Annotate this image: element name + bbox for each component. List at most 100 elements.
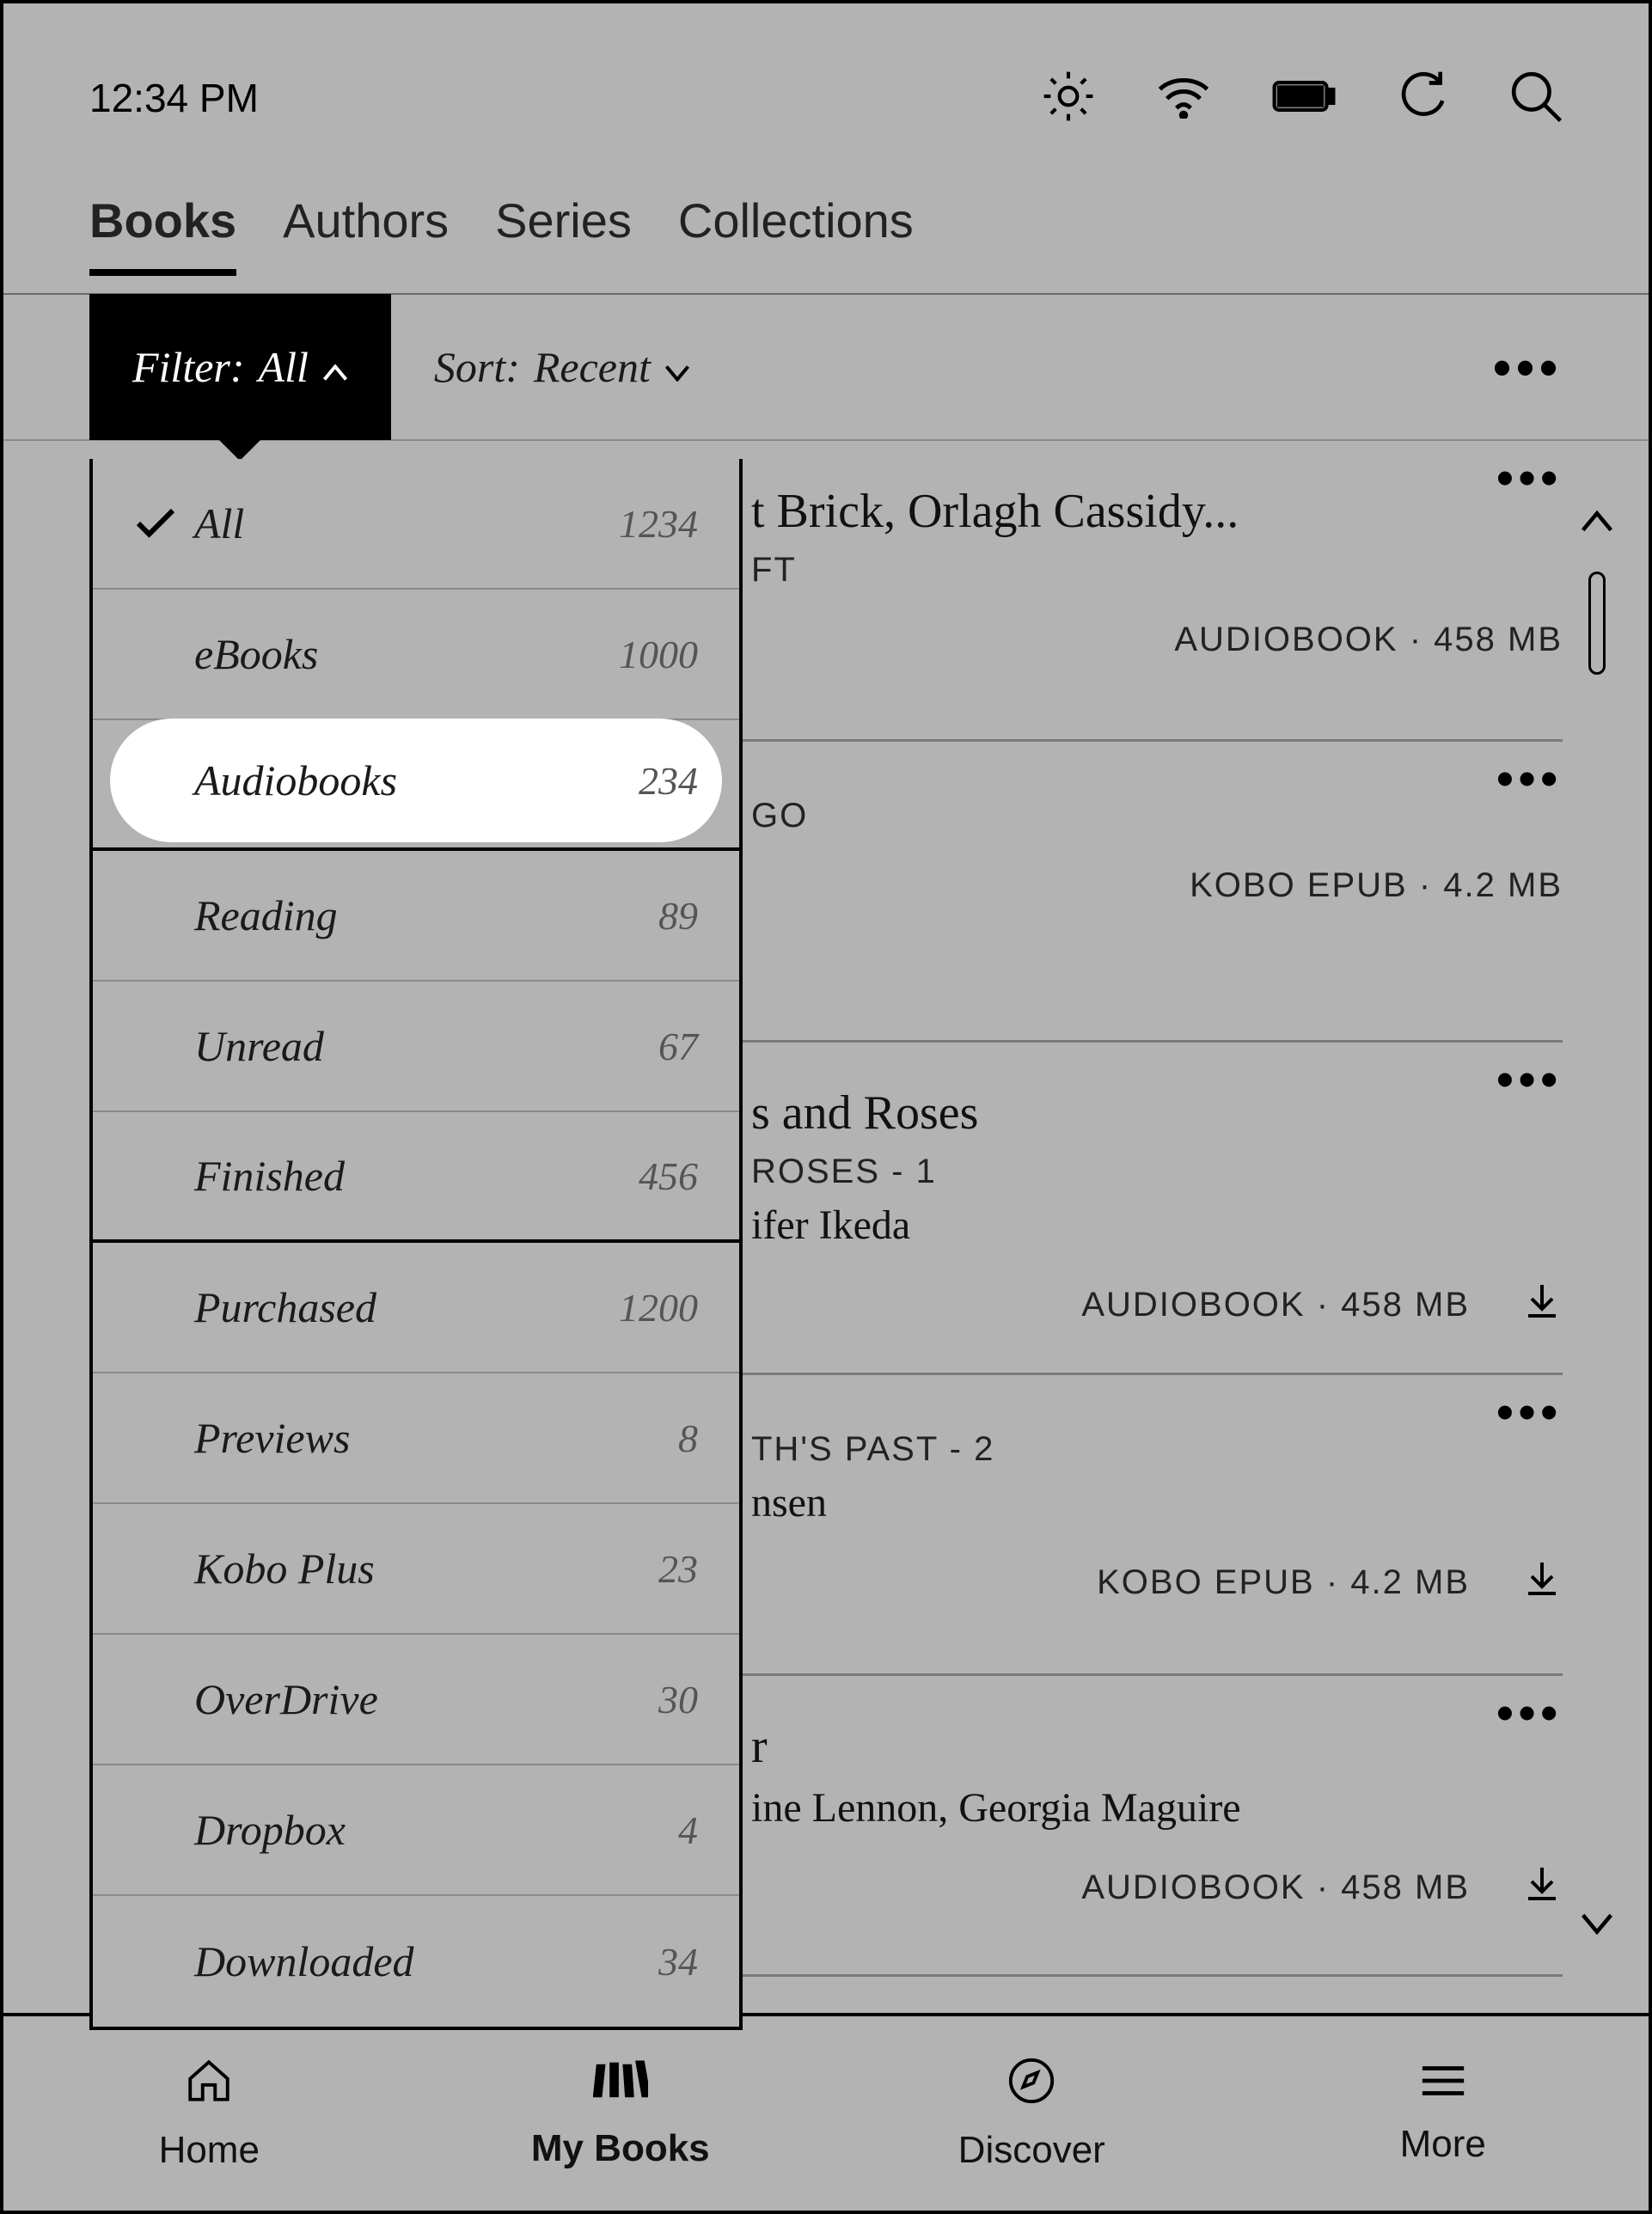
scroll-indicator [1580, 511, 1614, 1939]
filter-option-overdrive[interactable]: OverDrive30 [93, 1635, 739, 1765]
chevron-up-icon [322, 342, 348, 392]
tab-authors[interactable]: Authors [283, 193, 449, 269]
bottom-nav: Home My Books Discover More [3, 2013, 1649, 2211]
filter-option-audiobooks[interactable]: Audiobooks234 [112, 720, 720, 841]
filter-option-label: OverDrive [194, 1674, 658, 1724]
tab-books[interactable]: Books [89, 193, 236, 276]
book-author: nsen [751, 1479, 1563, 1526]
download-icon[interactable] [1521, 1280, 1563, 1330]
filter-option-label: All [194, 498, 619, 548]
book-meta: AUDIOBOOK · 458 MB [751, 1862, 1563, 1912]
filter-option-label: Purchased [194, 1282, 619, 1332]
filter-option-unread[interactable]: Unread67 [93, 982, 739, 1112]
filter-option-count: 30 [658, 1677, 698, 1722]
filter-option-previews[interactable]: Previews8 [93, 1373, 739, 1504]
filter-option-ebooks[interactable]: eBooks1000 [93, 590, 739, 720]
book-author: ine Lennon, Georgia Maguire [751, 1784, 1563, 1832]
chevron-up-icon[interactable] [1580, 511, 1614, 537]
book-menu-button[interactable]: ••• [1496, 1384, 1563, 1440]
book-meta: KOBO EPUB · 4.2 MB [751, 866, 1563, 905]
filter-option-finished[interactable]: Finished456 [93, 1112, 739, 1243]
book-menu-button[interactable]: ••• [1496, 750, 1563, 806]
book-title: s and Roses [751, 1086, 1563, 1141]
filter-option-count: 4 [678, 1807, 698, 1853]
book-meta: AUDIOBOOK · 458 MB [751, 621, 1563, 659]
scroll-handle[interactable] [1588, 572, 1606, 675]
book-menu-button[interactable]: ••• [1496, 1685, 1563, 1740]
filter-option-count: 67 [658, 1024, 698, 1069]
book-author: ifer Ikeda [751, 1202, 1563, 1249]
filter-option-count: 34 [658, 1939, 698, 1985]
filter-option-label: eBooks [194, 629, 619, 679]
filter-option-label: Reading [194, 890, 658, 940]
filter-option-reading[interactable]: Reading89 [93, 851, 739, 982]
book-series: GO [751, 797, 1563, 835]
more-options-button[interactable]: ••• [1493, 338, 1563, 397]
filter-option-label: Previews [194, 1413, 678, 1463]
nav-more-label: More [1400, 2123, 1486, 2166]
filter-option-count: 1234 [619, 501, 698, 547]
filter-option-count: 1200 [619, 1285, 698, 1330]
menu-icon [1418, 2062, 1468, 2109]
filter-option-purchased[interactable]: Purchased1200 [93, 1243, 739, 1373]
filter-option-dropbox[interactable]: Dropbox4 [93, 1765, 739, 1896]
sort-prefix: Sort: [434, 342, 520, 392]
book-series: FT [751, 551, 1563, 590]
download-icon[interactable] [1521, 1557, 1563, 1607]
filter-option-kobo-plus[interactable]: Kobo Plus23 [93, 1504, 739, 1635]
filter-option-label: Finished [194, 1151, 639, 1201]
filter-button[interactable]: Filter: All [89, 294, 391, 440]
nav-mybooks[interactable]: My Books [415, 2016, 827, 2211]
mybooks-icon [593, 2058, 648, 2113]
book-menu-button[interactable]: ••• [1496, 1051, 1563, 1107]
brightness-icon[interactable] [1042, 70, 1095, 127]
nav-home[interactable]: Home [3, 2016, 415, 2211]
compass-icon [1006, 2056, 1056, 2115]
filter-prefix: Filter: [132, 342, 245, 392]
download-icon[interactable] [1521, 1862, 1563, 1912]
search-icon[interactable] [1509, 70, 1563, 127]
chevron-down-icon[interactable] [1580, 1912, 1614, 1939]
filter-option-downloaded[interactable]: Downloaded34 [93, 1896, 739, 2027]
filter-value: All [259, 342, 309, 392]
book-title: r [751, 1719, 1563, 1774]
status-bar: 12:34 PM [3, 3, 1649, 175]
filter-option-label: Dropbox [194, 1805, 678, 1855]
book-series: ROSES - 1 [751, 1153, 1563, 1191]
filter-option-count: 8 [678, 1416, 698, 1461]
nav-discover[interactable]: Discover [826, 2016, 1238, 2211]
tab-collections[interactable]: Collections [678, 193, 914, 269]
nav-mybooks-label: My Books [531, 2127, 710, 2170]
sync-icon[interactable] [1396, 70, 1449, 127]
wifi-icon[interactable] [1155, 74, 1212, 123]
book-series: TH'S PAST - 2 [751, 1430, 1563, 1469]
sort-value: Recent [534, 342, 651, 392]
chevron-down-icon [664, 342, 690, 392]
book-meta: AUDIOBOOK · 458 MB [751, 1280, 1563, 1330]
filter-sort-bar: Filter: All Sort: Recent ••• [3, 295, 1649, 441]
nav-more[interactable]: More [1238, 2016, 1649, 2211]
clock: 12:34 PM [89, 75, 259, 121]
check-icon [117, 506, 194, 541]
nav-home-label: Home [159, 2129, 260, 2172]
home-icon [184, 2056, 234, 2115]
filter-option-label: Kobo Plus [194, 1544, 658, 1593]
filter-option-label: Unread [194, 1021, 658, 1071]
filter-dropdown: All1234eBooks1000Audiobooks234Reading89U… [89, 459, 743, 2030]
filter-option-label: Downloaded [194, 1936, 658, 1986]
filter-option-count: 456 [639, 1153, 698, 1199]
device-screen: 12:34 PM Books Authors Series Collection… [0, 0, 1652, 2214]
filter-option-label: Audiobooks [194, 755, 639, 805]
book-menu-button[interactable]: ••• [1496, 450, 1563, 505]
sort-button[interactable]: Sort: Recent [434, 342, 690, 392]
library-tabs: Books Authors Series Collections [3, 175, 1649, 295]
filter-option-all[interactable]: All1234 [93, 459, 739, 590]
filter-option-count: 1000 [619, 632, 698, 677]
book-meta: KOBO EPUB · 4.2 MB [751, 1557, 1563, 1607]
tab-series[interactable]: Series [495, 193, 632, 269]
filter-option-count: 23 [658, 1546, 698, 1592]
filter-option-count: 89 [658, 893, 698, 939]
battery-icon [1272, 79, 1336, 118]
book-title: t Brick, Orlagh Cassidy... [751, 484, 1563, 539]
filter-option-count: 234 [639, 758, 698, 804]
